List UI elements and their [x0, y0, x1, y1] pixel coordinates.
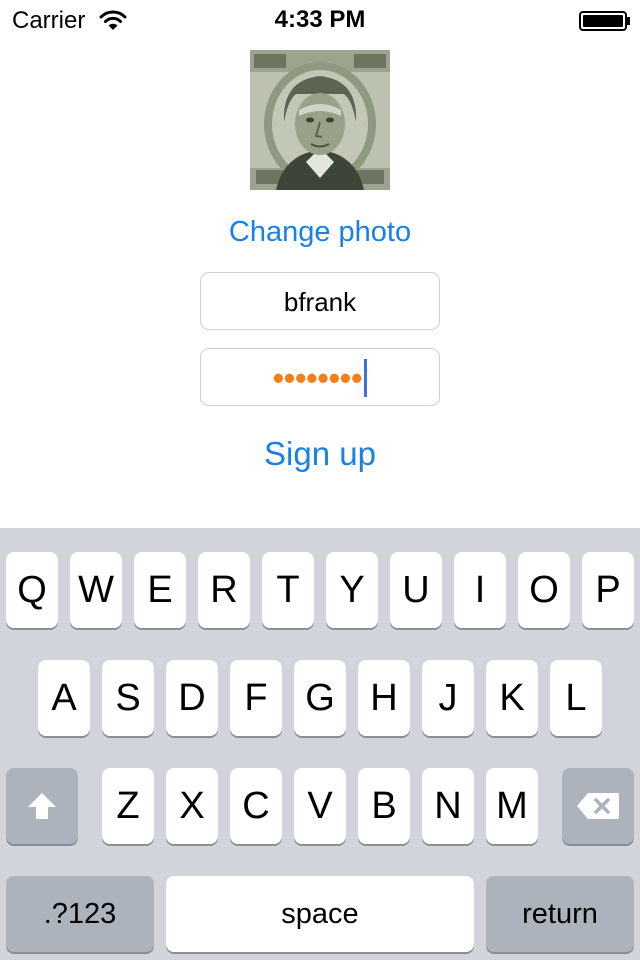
- keyboard: Q W E R T Y U I O P A S D F G H J K L Z …: [0, 528, 640, 960]
- key-w[interactable]: W: [70, 552, 122, 628]
- sign-up-button[interactable]: Sign up: [200, 432, 440, 476]
- key-x[interactable]: X: [166, 768, 218, 844]
- key-c[interactable]: C: [230, 768, 282, 844]
- key-q[interactable]: Q: [6, 552, 58, 628]
- text-cursor: [364, 359, 368, 397]
- username-field[interactable]: bfrank: [200, 272, 440, 330]
- key-n[interactable]: N: [422, 768, 474, 844]
- key-s[interactable]: S: [102, 660, 154, 736]
- key-i[interactable]: I: [454, 552, 506, 628]
- key-h[interactable]: H: [358, 660, 410, 736]
- shift-key[interactable]: [6, 768, 78, 844]
- key-p[interactable]: P: [582, 552, 634, 628]
- key-g[interactable]: G: [294, 660, 346, 736]
- battery-icon: [579, 11, 631, 31]
- key-j[interactable]: J: [422, 660, 474, 736]
- password-content: ••••••••: [201, 359, 439, 397]
- key-u[interactable]: U: [390, 552, 442, 628]
- password-field[interactable]: ••••••••: [200, 348, 440, 406]
- key-t[interactable]: T: [262, 552, 314, 628]
- key-y[interactable]: Y: [326, 552, 378, 628]
- key-m[interactable]: M: [486, 768, 538, 844]
- key-k[interactable]: K: [486, 660, 538, 736]
- numbers-key[interactable]: .?123: [6, 876, 154, 952]
- delete-key[interactable]: [562, 768, 634, 844]
- key-v[interactable]: V: [294, 768, 346, 844]
- profile-photo[interactable]: [250, 50, 390, 190]
- key-d[interactable]: D: [166, 660, 218, 736]
- key-b[interactable]: B: [358, 768, 410, 844]
- clock: 4:33 PM: [274, 6, 366, 33]
- key-a[interactable]: A: [38, 660, 90, 736]
- password-dots: ••••••••: [272, 360, 363, 396]
- key-l[interactable]: L: [550, 660, 602, 736]
- key-f[interactable]: F: [230, 660, 282, 736]
- status-bar: Carrier 4:33 PM: [0, 0, 640, 40]
- change-photo-button[interactable]: Change photo: [180, 212, 460, 252]
- key-e[interactable]: E: [134, 552, 186, 628]
- key-z[interactable]: Z: [102, 768, 154, 844]
- key-r[interactable]: R: [198, 552, 250, 628]
- space-key[interactable]: space: [166, 876, 474, 952]
- key-o[interactable]: O: [518, 552, 570, 628]
- username-value: bfrank: [283, 287, 357, 317]
- return-key[interactable]: return: [486, 876, 634, 952]
